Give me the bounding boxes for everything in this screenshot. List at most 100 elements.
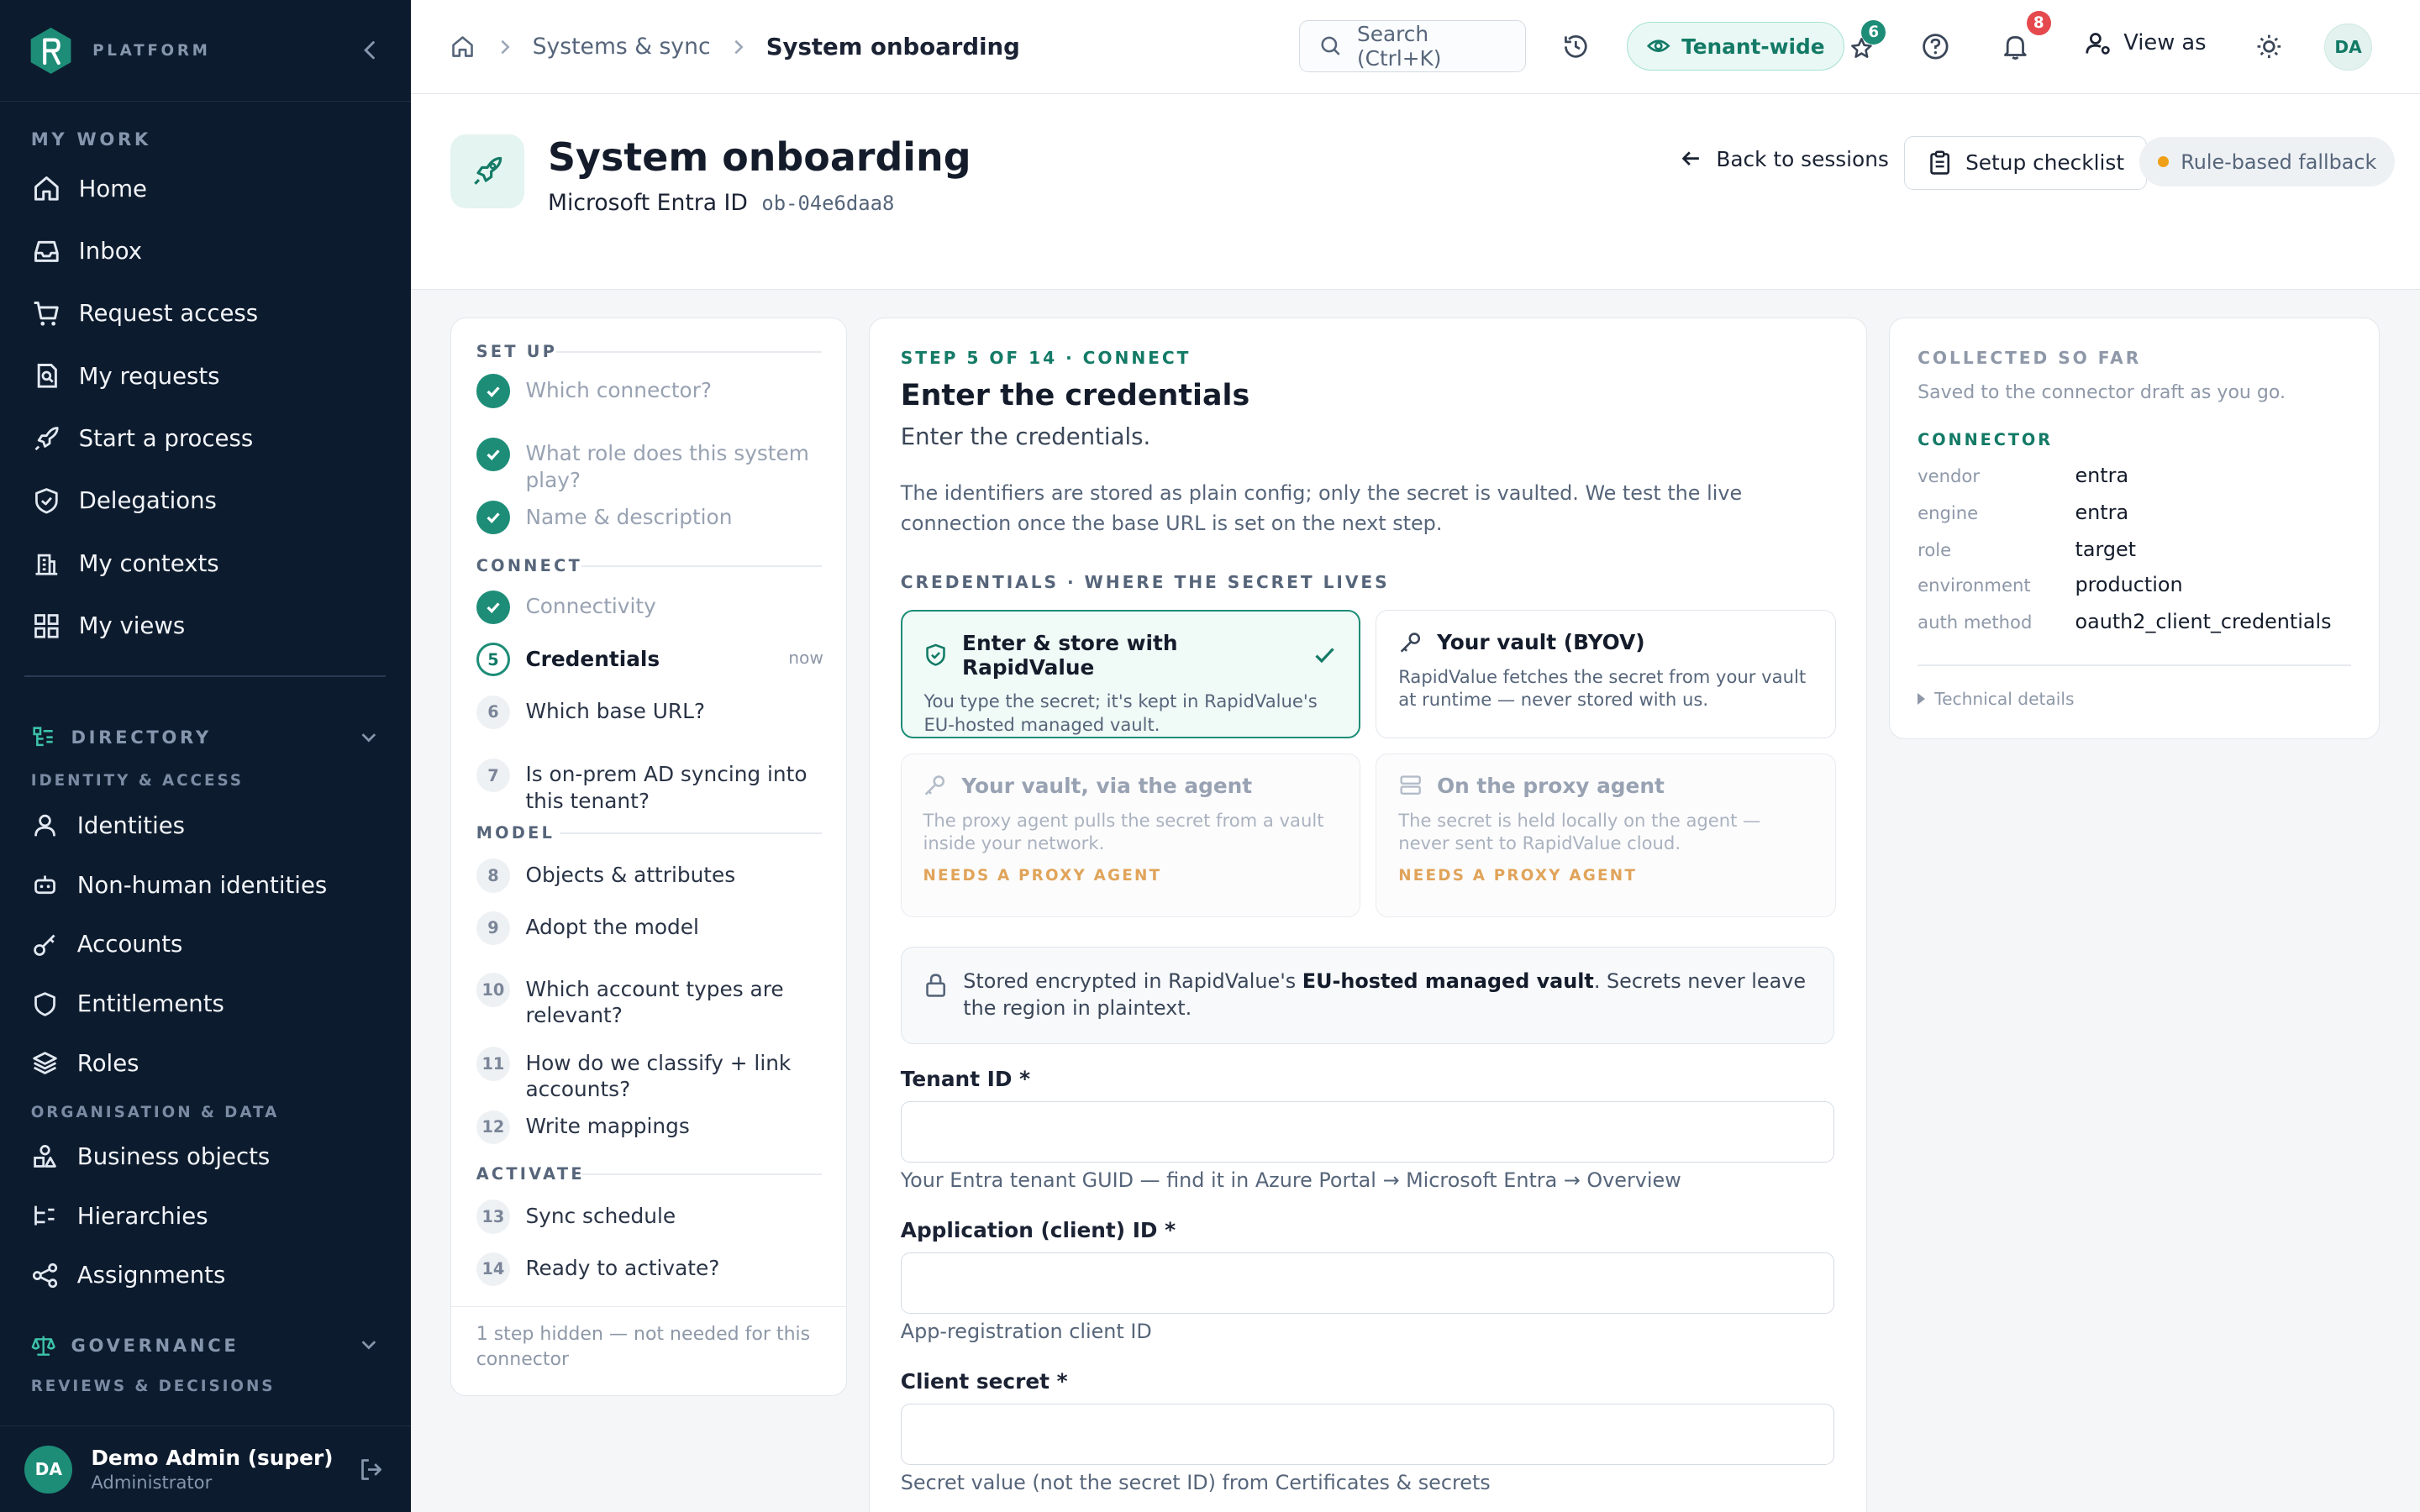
governance-group-toggle[interactable]: GOVERNANCE [0, 1325, 411, 1365]
sidebar-item-label: Business objects [76, 1142, 271, 1170]
step-item[interactable]: 13 Sync schedule [476, 1200, 823, 1234]
sidebar-item-identities[interactable]: Identities [0, 796, 411, 856]
tenant-id-field[interactable] [900, 1100, 1834, 1163]
sidebar-item-my-contexts[interactable]: My contexts [0, 533, 411, 595]
back-to-sessions-button[interactable]: Back to sessions [1679, 146, 1889, 171]
sidebar-item-home[interactable]: Home [0, 157, 411, 219]
steps-section-setup: SET UP [476, 341, 558, 361]
search-input[interactable]: Search (Ctrl+K) [1299, 19, 1527, 73]
step-item[interactable]: Which connector? [476, 374, 823, 408]
tenant-id-help: Your Entra tenant GUID — find it in Azur… [900, 1168, 1681, 1193]
step-item[interactable]: Connectivity [476, 590, 823, 625]
history-icon[interactable] [1560, 31, 1591, 62]
inbox-icon [34, 240, 59, 262]
sidebar-item-hierarchies[interactable]: Hierarchies [0, 1186, 411, 1246]
user-role: Administrator [91, 1471, 213, 1493]
avatar[interactable]: DA [2324, 23, 2372, 71]
option-rapidvalue-vault[interactable]: Enter & store with RapidValue You type t… [900, 610, 1361, 738]
logout-icon[interactable] [358, 1456, 386, 1483]
system-name: Microsoft Entra ID [548, 189, 748, 216]
client-id-field[interactable] [900, 1252, 1834, 1315]
sidebar-item-my-views[interactable]: My views [0, 595, 411, 657]
sidebar-item-label: Non-human identities [76, 871, 328, 899]
divider [1918, 664, 2352, 666]
key-icon [33, 934, 55, 956]
user-switch-icon [2086, 33, 2111, 55]
step-item[interactable]: 8 Objects & attributes [476, 858, 823, 893]
step-item[interactable]: 10 Which account types are relevant? [476, 973, 823, 1028]
sun-icon[interactable] [2254, 31, 2285, 62]
step-number: 7 [476, 758, 511, 793]
directory-icon [33, 727, 53, 747]
step-number: 10 [476, 973, 511, 1007]
view-as-button[interactable]: View as [2085, 29, 2207, 57]
sidebar-item-roles[interactable]: Roles [0, 1033, 411, 1093]
server-icon [1400, 775, 1422, 795]
technical-details-toggle[interactable]: Technical details [1918, 689, 2075, 709]
chevron-down-icon [361, 733, 376, 743]
bell-icon[interactable] [2000, 31, 2031, 62]
identity-access-heading: IDENTITY & ACCESS [30, 771, 244, 790]
identity-nav: Identities Non-human identities Accounts… [0, 796, 411, 1094]
sidebar-item-request-access[interactable]: Request access [0, 282, 411, 344]
sidebar-item-assignments[interactable]: Assignments [0, 1246, 411, 1305]
collected-row: engine entra [1918, 501, 2128, 524]
section-divider [559, 832, 822, 834]
step-item[interactable]: 7 Is on-prem AD syncing into this tenant… [476, 758, 823, 814]
collapse-sidebar-icon[interactable] [358, 38, 382, 62]
info-text-prefix: Stored encrypted in RapidValue's [963, 969, 1302, 993]
step-item[interactable]: 6 Which base URL? [476, 695, 823, 729]
home-icon[interactable] [449, 33, 476, 60]
check-icon [476, 437, 511, 472]
help-icon[interactable] [1920, 31, 1951, 62]
step-item[interactable]: 11 How do we classify + link accounts? [476, 1047, 823, 1102]
step-number: 9 [476, 911, 511, 946]
step-item[interactable]: What role does this system play? [476, 437, 823, 493]
user-info: Demo Admin (super) Administrator [91, 1446, 358, 1493]
collected-key: environment [1918, 575, 2031, 596]
sidebar-item-entitlements[interactable]: Entitlements [0, 974, 411, 1034]
step-item[interactable]: 12 Write mappings [476, 1110, 823, 1144]
key-icon [1400, 632, 1421, 653]
chevron-right-icon [500, 39, 510, 54]
sidebar-item-inbox[interactable]: Inbox [0, 220, 411, 282]
sidebar-item-start-process[interactable]: Start a process [0, 407, 411, 470]
rocket-icon [450, 134, 525, 208]
sidebar-item-label: Accounts [76, 931, 183, 958]
page-subtitle: Microsoft Entra ID ob-04e6daa8 [548, 190, 894, 216]
sidebar-item-delegations[interactable]: Delegations [0, 470, 411, 532]
info-text-bold: EU-hosted managed vault [1302, 969, 1594, 993]
sidebar-item-label: Inbox [78, 237, 143, 265]
option-byov[interactable]: Your vault (BYOV) RapidValue fetches the… [1376, 610, 1836, 738]
step-label: Ready to activate? [525, 1256, 720, 1281]
step-item[interactable]: 14 Ready to activate? [476, 1252, 823, 1286]
step-item-current[interactable]: 5 Credentials now [476, 643, 823, 677]
rocket-icon [34, 426, 59, 450]
arrow-left-icon [1682, 151, 1700, 166]
step-item[interactable]: Name & description [476, 501, 823, 535]
sidebar-item-business-objects[interactable]: Business objects [0, 1126, 411, 1186]
step-label: Credentials [525, 646, 660, 671]
step-label: Which connector? [525, 378, 713, 403]
onboarding-steps: SET UP Which connector? What role does t… [450, 318, 848, 1397]
sidebar-item-label: Assignments [76, 1262, 226, 1289]
notifications-count-badge: 8 [2026, 10, 2051, 36]
chevron-right-icon [734, 39, 744, 54]
sidebar-item-my-requests[interactable]: My requests [0, 344, 411, 407]
directory-group-toggle[interactable]: DIRECTORY [0, 717, 411, 758]
collected-key: role [1918, 539, 1952, 561]
sidebar-item-label: Entitlements [76, 990, 224, 1018]
setup-checklist-button[interactable]: Setup checklist [1904, 135, 2147, 190]
check-icon [476, 590, 511, 625]
client-secret-field[interactable] [900, 1403, 1834, 1465]
sidebar-item-non-human-identities[interactable]: Non-human identities [0, 855, 411, 915]
clipboard-icon [1930, 150, 1950, 175]
sidebar-item-accounts[interactable]: Accounts [0, 915, 411, 974]
breadcrumb-systems-sync[interactable]: Systems & sync [533, 34, 711, 60]
steps-section-activate: ACTIVATE [476, 1163, 585, 1184]
avatar[interactable]: DA [24, 1445, 73, 1494]
requests-icon [37, 364, 57, 388]
status-dot [2157, 156, 2169, 168]
step-item[interactable]: 9 Adopt the model [476, 911, 823, 946]
tenant-scope-button[interactable]: Tenant-wide [1626, 21, 1844, 71]
